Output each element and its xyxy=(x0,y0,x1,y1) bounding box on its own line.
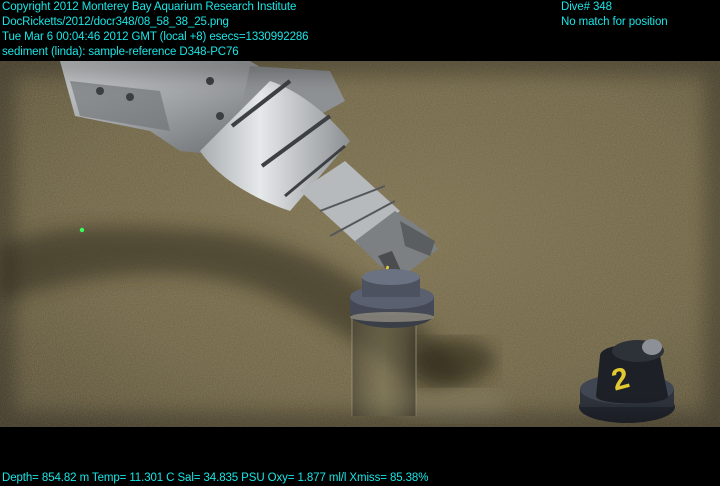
telemetry-readout: Depth= 854.82 m Temp= 11.301 C Sal= 34.8… xyxy=(2,472,429,484)
core-top-cap xyxy=(642,339,662,355)
copyright-text: Copyright 2012 Monterey Bay Aquarium Res… xyxy=(2,1,297,13)
laser-dot xyxy=(79,227,85,233)
dive-number: Dive# 348 xyxy=(561,1,612,13)
timestamp-text: Tue Mar 6 00:04:46 2012 GMT (local +8) e… xyxy=(2,31,309,43)
filename-text: DocRicketts/2012/docr348/08_58_38_25.png xyxy=(2,16,229,28)
core-shadow xyxy=(415,339,495,383)
core-tube xyxy=(352,316,416,416)
seafloor-video-frame: 2 xyxy=(0,61,720,427)
position-status: No match for position xyxy=(561,16,668,28)
annotation-text: sediment (linda): sample-reference D348-… xyxy=(2,46,239,58)
